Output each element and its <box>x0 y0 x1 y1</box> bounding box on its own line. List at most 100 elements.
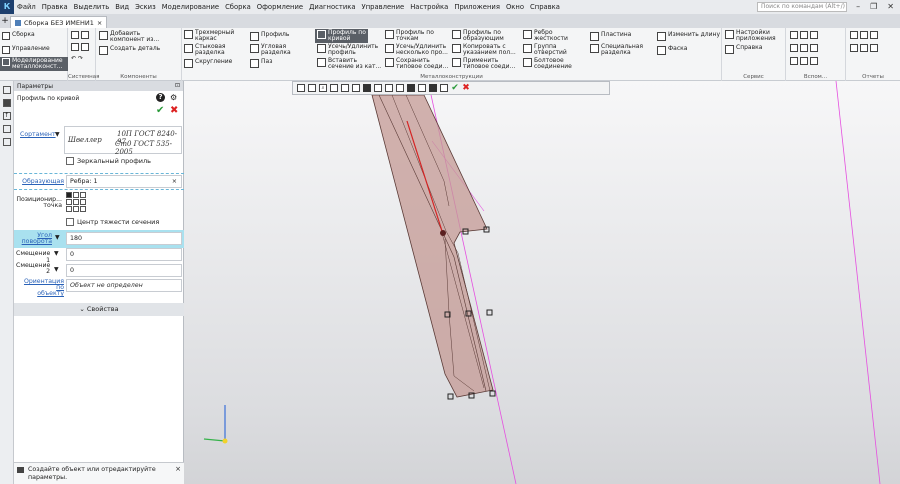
trim-extend-multiple-button[interactable]: Усечь/Удлинить несколько про... <box>385 44 448 56</box>
offset-2-dropdown-arrow[interactable]: ▼ <box>54 266 59 273</box>
aux-tools-row-3[interactable] <box>790 57 818 65</box>
shaded-mode-icon[interactable] <box>363 84 371 92</box>
profile-button[interactable]: Профиль <box>250 32 289 41</box>
help-icon[interactable]: ? <box>156 93 165 102</box>
profile-by-curve-button[interactable]: Профиль по кривой <box>315 29 368 43</box>
eyedropper-icon[interactable] <box>440 84 448 92</box>
position-point-grid[interactable] <box>66 192 86 212</box>
zoom-icon[interactable]: ⌕ <box>319 84 327 92</box>
minimize-icon[interactable]: – <box>856 0 860 14</box>
menu-help[interactable]: Справка <box>527 0 563 14</box>
bolted-joint-button[interactable]: Болтовое соединение <box>523 58 572 70</box>
menu-file[interactable]: Файл <box>14 0 39 14</box>
sortament-dropdown-arrow[interactable]: ▼ <box>55 131 60 138</box>
parameters-tab-icon[interactable] <box>2 99 11 107</box>
offset-1-dropdown-arrow[interactable]: ▼ <box>54 250 59 257</box>
pan-icon[interactable] <box>330 84 338 92</box>
insert-section-button[interactable]: Вставить сечение из кат... <box>317 58 381 70</box>
cancel-cross-button[interactable]: ✖ <box>170 106 178 116</box>
copy-with-position-button[interactable]: Копировать с указанием пол... <box>452 44 516 56</box>
menu-assembly[interactable]: Сборка <box>222 0 254 14</box>
hide-icon[interactable] <box>385 84 393 92</box>
view-select-icon[interactable] <box>352 84 360 92</box>
properties-list-icon[interactable] <box>2 138 11 146</box>
confirm-checkmark-button[interactable]: ✔ <box>156 106 164 116</box>
rotation-angle-dropdown-arrow[interactable]: ▼ <box>55 234 60 241</box>
section-icon[interactable] <box>396 84 404 92</box>
undo-button[interactable]: ↶ ↷ <box>71 56 83 62</box>
menu-applications[interactable]: Приложения <box>451 0 503 14</box>
special-joint-button[interactable]: Специальная разделка <box>590 44 643 56</box>
channel-profile-body[interactable] <box>371 94 494 398</box>
menu-sketch[interactable]: Эскиз <box>132 0 159 14</box>
display-style-icon[interactable] <box>374 84 382 92</box>
orientation-by-object-link[interactable]: Ориентация по объекту <box>16 278 64 297</box>
hole-group-button[interactable]: Группа отверстий <box>523 44 567 56</box>
position-top-right[interactable] <box>80 192 86 198</box>
filter-icon[interactable] <box>429 84 437 92</box>
restore-icon[interactable]: ❐ <box>870 0 877 14</box>
offset-2-input[interactable]: 0 <box>66 264 182 277</box>
reference-curve-field[interactable]: Ребра: 1 × <box>66 175 182 188</box>
sortament-box[interactable]: Швеллер 10П ГОСТ 8240-97 Ст0 ГОСТ 535-20… <box>64 126 182 156</box>
position-middle-right[interactable] <box>80 199 86 205</box>
reference-curve-link[interactable]: Образующая <box>18 178 64 185</box>
orientation-icon[interactable] <box>308 84 316 92</box>
aux-tools-row-2[interactable] <box>790 44 818 52</box>
layers-icon[interactable] <box>2 125 11 133</box>
rotate-icon[interactable] <box>341 84 349 92</box>
gear-icon[interactable]: ⚙ <box>170 93 177 102</box>
ribbon-help-button[interactable]: Справка <box>725 45 762 54</box>
document-tab[interactable]: Сборка БЕЗ ИМЕНИ1 × <box>10 16 108 28</box>
menu-window[interactable]: Окно <box>503 0 527 14</box>
reports-row-1[interactable] <box>850 31 878 39</box>
pin-icon[interactable]: ⊡ <box>175 82 180 89</box>
sortament-link[interactable]: Сортамент <box>20 131 56 138</box>
new-file-button[interactable] <box>71 31 89 39</box>
perspective-icon[interactable] <box>407 84 415 92</box>
position-bottom-right[interactable] <box>80 206 86 212</box>
app-settings-button[interactable]: Настройки приложения <box>725 30 776 42</box>
rotation-angle-input[interactable]: 180 <box>66 232 182 245</box>
close-tab-icon[interactable]: × <box>97 19 102 27</box>
stiffener-rib-button[interactable]: Ребро жесткости <box>523 30 568 42</box>
fillet-button[interactable]: Скругление <box>184 59 232 68</box>
plate-button[interactable]: Пластина <box>590 32 631 41</box>
aux-tools-row-1[interactable] <box>790 31 818 39</box>
position-center[interactable] <box>73 199 79 205</box>
menu-modeling[interactable]: Моделирование <box>159 0 222 14</box>
print-button[interactable] <box>71 43 89 51</box>
position-middle-left[interactable] <box>66 199 72 205</box>
ribbon-management-button[interactable]: Управление <box>2 46 50 54</box>
close-message-icon[interactable]: × <box>175 465 181 473</box>
3d-frame-button[interactable]: Трехмерный каркас <box>184 30 234 42</box>
close-window-icon[interactable]: ✕ <box>887 0 894 14</box>
model-tree-icon[interactable] <box>2 86 11 94</box>
position-bottom-left[interactable] <box>66 206 72 212</box>
save-typical-joint-button[interactable]: Сохранить типовое соеди... <box>385 58 448 70</box>
handle[interactable] <box>486 309 493 316</box>
rotation-angle-link[interactable]: Угол поворота <box>18 232 52 245</box>
chamfer-button[interactable]: Фаска <box>657 46 687 55</box>
curve-start-point[interactable] <box>440 230 446 236</box>
command-search-input[interactable]: Поиск по командам (Alt+/) <box>757 2 847 12</box>
position-bottom-center[interactable] <box>73 206 79 212</box>
menu-view[interactable]: Вид <box>112 0 132 14</box>
clear-selection-icon[interactable]: × <box>172 176 177 187</box>
profile-by-points-button[interactable]: Профиль по точкам <box>385 30 434 42</box>
slot-button[interactable]: Паз <box>250 59 272 68</box>
properties-section-toggle[interactable]: ⌄ Свойства <box>14 303 184 316</box>
menu-formatting[interactable]: Оформление <box>254 0 306 14</box>
grid-icon[interactable] <box>297 84 305 92</box>
corner-joint-button[interactable]: Угловая разделка <box>250 44 291 56</box>
position-top-center[interactable] <box>73 192 79 198</box>
handle[interactable] <box>489 390 496 397</box>
menu-settings[interactable]: Настройка <box>407 0 451 14</box>
center-of-gravity-checkbox[interactable] <box>66 218 74 226</box>
change-length-button[interactable]: Изменить длину <box>657 32 720 41</box>
apply-checkmark-icon[interactable]: ✔ <box>451 84 459 93</box>
offset-1-input[interactable]: 0 <box>66 248 182 261</box>
menu-edit[interactable]: Правка <box>39 0 71 14</box>
kompas-logo-icon[interactable]: К <box>0 0 14 14</box>
3d-viewport[interactable] <box>184 81 900 484</box>
